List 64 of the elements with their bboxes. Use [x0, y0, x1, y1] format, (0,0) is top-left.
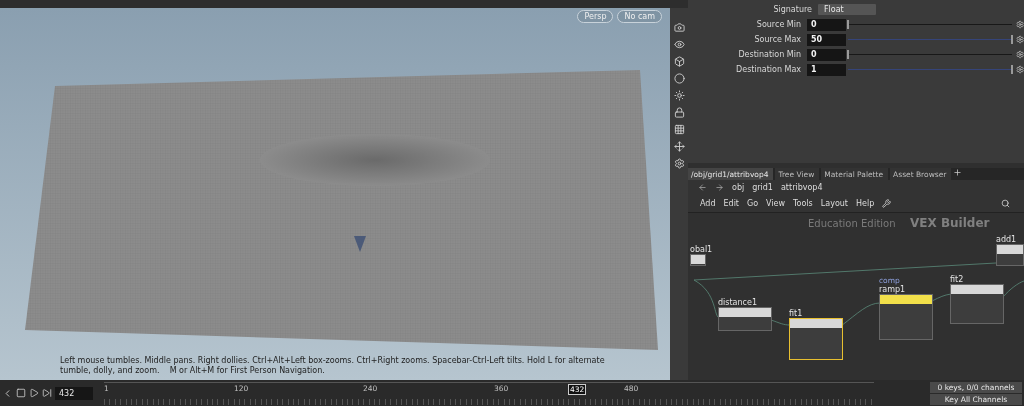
menu-item[interactable]: Add [700, 198, 716, 208]
network-node[interactable] [718, 307, 772, 331]
status-message: Left mouse tumbles. Middle pans. Right dollies. Ctrl+Alt+Left box-zooms. Ctrl+Right zooms. Spacebar-Ctrl-Left tilts. Hold L for alternate tumble, dolly, and zoom. M or Alt+M for First Person Navigation. [60, 356, 606, 376]
menu-item[interactable]: Go [747, 198, 759, 208]
edition-label: Education Edition [808, 218, 896, 229]
settings-icon[interactable] [1015, 50, 1024, 59]
stop-icon[interactable] [16, 388, 26, 398]
settings-icon[interactable] [1015, 65, 1024, 74]
toolbar-icon[interactable] [673, 158, 685, 169]
network-node[interactable] [996, 244, 1024, 266]
skip-end-icon[interactable] [42, 388, 52, 398]
settings-icon[interactable] [1015, 20, 1024, 29]
slider-thumb[interactable] [1010, 35, 1013, 44]
toolbar-icon[interactable] [673, 39, 685, 50]
parameter-label: Source Max [753, 35, 803, 44]
slider-thumb[interactable] [846, 50, 849, 59]
path-crumb[interactable]: obj [732, 182, 745, 192]
context-label: VEX Builder [910, 216, 990, 230]
toolbar-icon[interactable] [673, 141, 685, 152]
back-icon[interactable] [698, 182, 707, 192]
path-crumb[interactable]: grid1 [752, 182, 773, 192]
connection-wire [1002, 280, 1024, 298]
toolbar-icon[interactable] [673, 107, 685, 118]
menu-item[interactable]: Edit [723, 198, 739, 208]
network-node[interactable] [879, 294, 933, 340]
settings-icon[interactable] [1015, 35, 1024, 44]
network-node[interactable] [950, 284, 1004, 324]
forward-icon[interactable] [715, 182, 724, 192]
wrench-icon[interactable] [882, 198, 892, 208]
value-field[interactable]: 0 [807, 18, 846, 31]
search-icon[interactable] [1001, 198, 1010, 208]
node-name: distance1 [718, 298, 758, 307]
parameter-label: Destination Max [735, 65, 803, 74]
parameter-label: Source Min [755, 20, 803, 29]
menu-item[interactable]: Layout [820, 198, 848, 208]
node-name: obal1 [690, 245, 713, 254]
value-field[interactable]: 0 [807, 48, 846, 61]
menu-item[interactable]: Tools [793, 198, 813, 208]
frame-field[interactable]: 432 [55, 386, 93, 400]
value-field[interactable]: 50 [807, 33, 846, 46]
path-crumb[interactable]: attribvop4 [780, 182, 823, 192]
node-name: add1 [996, 235, 1018, 244]
play-icon[interactable] [29, 388, 39, 398]
network-node[interactable] [789, 318, 843, 360]
toolbar-icon[interactable] [673, 73, 685, 84]
toolbar-icon[interactable] [673, 124, 685, 135]
parameter-label: Signature [772, 5, 813, 14]
toolbar-icon[interactable] [673, 22, 685, 33]
parameter-label: Destination Min [737, 50, 803, 59]
add-tab-icon[interactable] [953, 168, 963, 177]
menu-item[interactable]: View [766, 198, 786, 208]
connection-wire [770, 319, 791, 326]
node-name: fit2 [950, 275, 965, 284]
signature-dropdown[interactable]: Float [818, 4, 876, 15]
connection-wire [931, 293, 952, 302]
node-name: fit1 [789, 309, 804, 318]
value-field[interactable]: 1 [807, 63, 846, 76]
toolbar-icon[interactable] [673, 56, 685, 67]
node-name: ramp1 [879, 285, 907, 294]
connection-wire [840, 302, 881, 327]
menu-item[interactable]: Help [856, 198, 875, 208]
slider-thumb[interactable] [846, 20, 849, 29]
slider-thumb[interactable] [1010, 65, 1013, 74]
toolbar-icon[interactable] [673, 90, 685, 101]
